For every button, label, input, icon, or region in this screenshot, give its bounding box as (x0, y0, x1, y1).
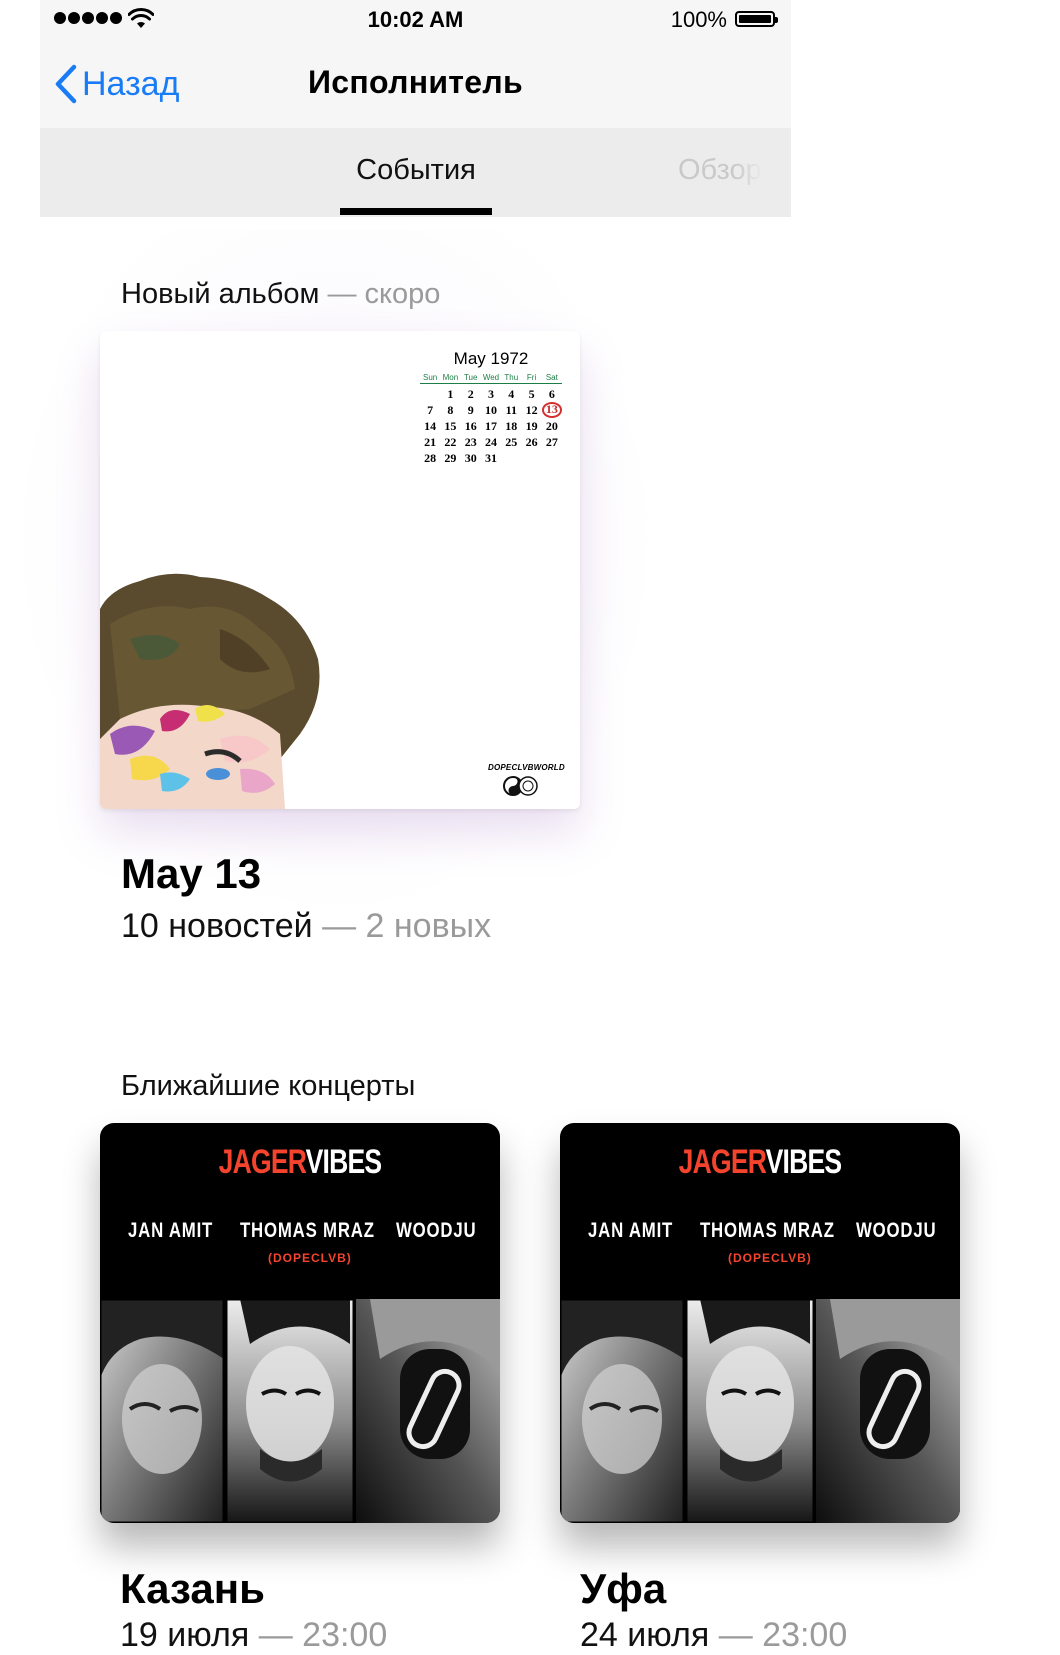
brand-logo-icon (503, 776, 538, 796)
concert-datetime: 19 июля — 23:00 (120, 1616, 387, 1655)
calendar-day: 8 (447, 403, 454, 417)
album-cover[interactable]: May 1972 Sun Mon Tue Wed Thu Fri Sat 123456789… (100, 331, 580, 809)
calendar-day: 18 (505, 419, 518, 433)
calendar-day: 27 (545, 435, 558, 449)
battery-percent: 100% (670, 7, 727, 32)
news-new-count: — 2 новых (312, 907, 492, 945)
calendar-day: 9 (467, 403, 474, 417)
calendar-weekday: Wed (482, 373, 500, 382)
calendar-day: 25 (505, 435, 518, 449)
segment-tabs: События Обзор (40, 128, 791, 217)
concert-date: 24 июля (580, 1616, 710, 1654)
calendar-day: 24 (484, 435, 497, 449)
calendar-day: 21 (424, 435, 437, 449)
calendar-day: 22 (444, 435, 457, 449)
poster-artist-sub: (DOPECLVB) (728, 1251, 812, 1265)
calendar-day: 28 (424, 451, 437, 465)
calendar-day: 4 (508, 387, 515, 401)
album-label-suffix: — скоро (319, 278, 441, 310)
poster-artist-sub: (DOPECLVB) (268, 1251, 352, 1265)
calendar-day: 30 (464, 451, 477, 465)
poster-title-red: JAGER (678, 1143, 767, 1181)
album-label: Новый альбом (121, 278, 320, 310)
calendar-day: 1 (447, 387, 454, 401)
navigation-bar: Назад Исполнитель (40, 40, 791, 128)
poster-artist: JAN AMIT (128, 1219, 214, 1242)
calendar-weekday: Sat (545, 373, 558, 382)
tab-overview[interactable]: Обзор (678, 154, 762, 187)
battery-icon (735, 11, 778, 27)
calendar-day: 5 (528, 387, 535, 401)
concerts-section-label: Ближайшие концерты (121, 1070, 416, 1102)
calendar-grid: 1 2 3 4 5 6 7 8 9 10 11 12 13 14 15 16 17 18 19 20 21 22 23 24 2… (420, 386, 562, 466)
calendar-day: 31 (484, 451, 497, 465)
active-tab-indicator (340, 208, 492, 215)
calendar-weekday: Tue (463, 373, 478, 382)
concert-poster[interactable]: JAGERVIBES JAN AMIT THOMAS MRAZ WOODJU (… (100, 1123, 500, 1523)
calendar-day: 20 (545, 419, 558, 433)
concert-date: 19 июля (120, 1616, 250, 1654)
calendar-blank (420, 386, 440, 402)
concert-poster[interactable]: JAGERVIBES JAN AMIT THOMAS MRAZ WOODJU (… (560, 1123, 960, 1523)
poster-artist: WOODJU (396, 1219, 477, 1242)
news-count: 10 новостей (121, 907, 313, 945)
concert-city: Уфа (580, 1565, 667, 1612)
concert-time: — 23:00 (249, 1616, 388, 1654)
calendar-day: 11 (505, 403, 517, 417)
calendar-day: 10 (484, 403, 497, 417)
poster-title: JAGERVIBES (144, 1143, 456, 1182)
calendar-day: 19 (525, 419, 538, 433)
concert-datetime: 24 июля — 23:00 (580, 1616, 847, 1655)
tab-events[interactable]: События (340, 154, 492, 187)
calendar-day: 26 (525, 435, 538, 449)
poster-artist: WOODJU (856, 1219, 937, 1242)
calendar-day: 14 (424, 419, 437, 433)
calendar-day: 12 (525, 403, 538, 417)
album-release-date: May 13 (121, 850, 262, 897)
calendar-weekdays: Sun Mon Tue Wed Thu Fri Sat (420, 373, 562, 384)
poster-artist-photos (100, 1299, 500, 1523)
calendar-day: 15 (444, 419, 457, 433)
poster-artist: THOMAS MRAZ (700, 1219, 835, 1242)
album-news-count: 10 новостей — 2 новых (121, 907, 491, 946)
concert-time: — 23:00 (709, 1616, 848, 1654)
poster-title-red: JAGER (218, 1143, 307, 1181)
poster-artist: THOMAS MRAZ (240, 1219, 375, 1242)
status-bar: 10:02 AM 100% (40, 0, 791, 40)
calendar-weekday: Thu (504, 373, 519, 382)
cover-calendar: May 1972 Sun Mon Tue Wed Thu Fri Sat 123456789… (420, 349, 562, 466)
calendar-day: 29 (444, 451, 457, 465)
poster-title: JAGERVIBES (604, 1143, 916, 1182)
poster-title-white: VIBES (765, 1143, 842, 1181)
calendar-day: 2 (467, 387, 474, 401)
album-section-label: Новый альбом — скоро (121, 278, 440, 311)
cover-brand-text: DOPECLVBWORLD (488, 763, 565, 772)
calendar-weekday: Fri (526, 373, 537, 382)
calendar-day: 7 (427, 403, 434, 417)
calendar-weekday: Mon (442, 373, 459, 382)
calendar-title: May 1972 (453, 349, 529, 368)
page-title: Исполнитель (308, 64, 523, 100)
poster-artist-photos (560, 1299, 960, 1523)
calendar-day: 3 (487, 387, 494, 401)
calendar-day: 17 (484, 419, 497, 433)
calendar-day: 23 (464, 435, 477, 449)
calendar-day: 16 (464, 419, 477, 433)
concert-city: Казань (120, 1565, 265, 1612)
poster-artist: JAN AMIT (588, 1219, 674, 1242)
cover-portrait-illustration (100, 573, 320, 809)
poster-title-white: VIBES (305, 1143, 382, 1181)
calendar-weekday: Sun (423, 373, 438, 382)
calendar-day: 13 (541, 402, 562, 418)
calendar-day: 6 (548, 387, 555, 401)
